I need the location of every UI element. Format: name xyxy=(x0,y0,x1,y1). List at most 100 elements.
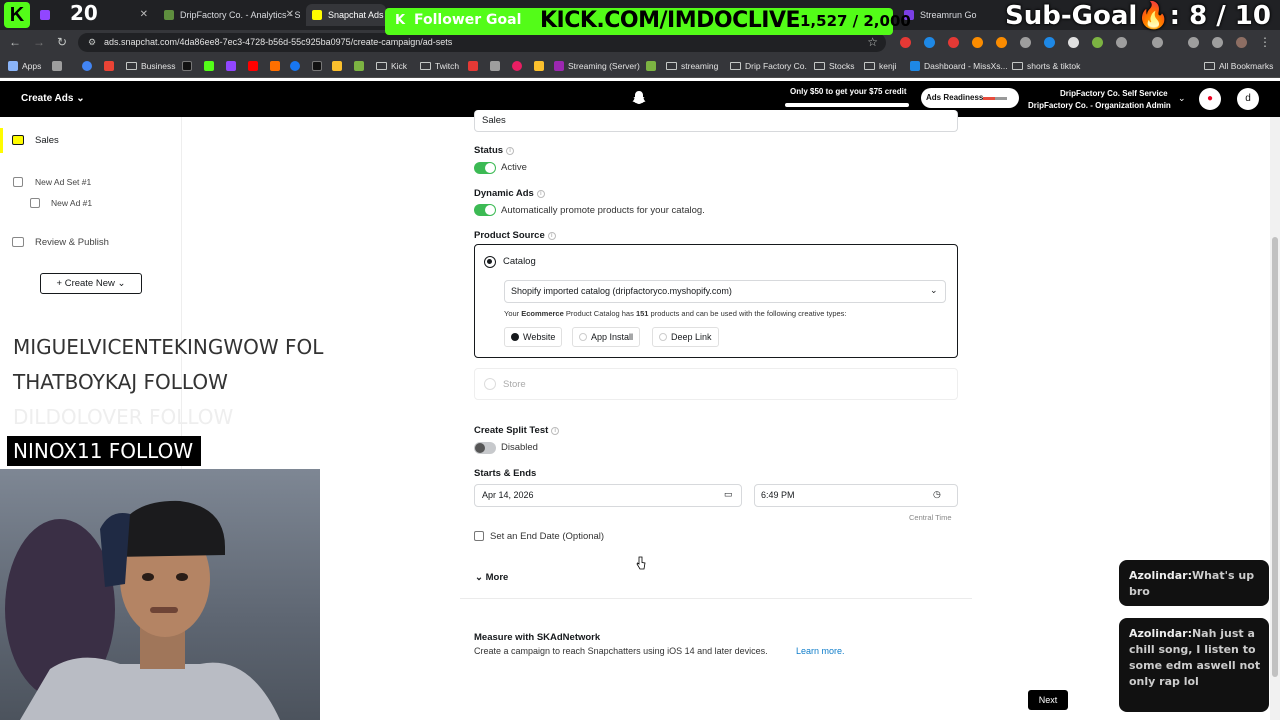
facebook-icon[interactable] xyxy=(290,61,300,71)
back-arrow-icon[interactable]: ← xyxy=(8,35,22,49)
info-icon[interactable]: i xyxy=(551,427,560,435)
bookmark-apps[interactable]: Apps xyxy=(8,60,41,72)
calendar-icon[interactable]: ▭ xyxy=(724,489,733,500)
split-test-toggle[interactable] xyxy=(474,442,496,454)
tab-snapchat-ads[interactable]: Snapchat Ads M xyxy=(306,4,386,26)
tab-search-icon[interactable] xyxy=(1212,37,1223,48)
org-name[interactable]: DripFactory Co. Self Service xyxy=(1060,89,1168,98)
tiktok-icon[interactable] xyxy=(312,61,322,71)
extension-icon[interactable] xyxy=(1068,37,1079,48)
shopify-icon xyxy=(164,10,174,20)
info-icon[interactable]: i xyxy=(506,147,515,155)
promo-text[interactable]: Only $50 to get your $75 credit xyxy=(790,87,906,96)
youtube-icon[interactable] xyxy=(248,61,258,71)
creative-type-deep-link[interactable]: Deep Link xyxy=(652,327,719,347)
ads-readiness-button[interactable]: Ads Readiness xyxy=(921,88,1019,108)
site-info-icon[interactable]: ⚙ xyxy=(88,37,96,48)
bookmark-star-icon[interactable]: ☆ xyxy=(867,35,878,49)
end-date-checkbox[interactable] xyxy=(474,531,484,541)
create-ads-menu[interactable]: Create Ads ⌄ xyxy=(21,93,85,104)
store-card[interactable] xyxy=(474,368,958,400)
bookmark-streaming-server[interactable]: Streaming (Server) xyxy=(554,60,640,72)
forward-arrow-icon[interactable]: → xyxy=(32,35,46,49)
extension-icon[interactable] xyxy=(972,37,983,48)
creative-type-app-install[interactable]: App Install xyxy=(572,327,641,347)
close-icon[interactable]: ✕ xyxy=(286,4,294,26)
objective-field[interactable] xyxy=(474,110,958,132)
note-text: products and can be used with the follow… xyxy=(650,309,847,318)
bookmark-icon[interactable] xyxy=(468,61,478,71)
org-role[interactable]: DripFactory Co. - Organization Admin xyxy=(1028,101,1171,110)
status-label: Status i xyxy=(474,145,515,156)
store-radio[interactable] xyxy=(484,378,496,390)
sidebar-item-campaign[interactable]: Sales xyxy=(35,135,59,146)
close-icon[interactable]: ✕ xyxy=(140,4,148,26)
bookmark-kick[interactable]: Kick xyxy=(376,60,407,72)
extension-icon[interactable] xyxy=(1020,37,1031,48)
bookmark-icon[interactable] xyxy=(646,61,656,71)
cast-icon[interactable] xyxy=(1152,37,1163,48)
chevron-down-icon[interactable]: ⌄ xyxy=(1178,93,1186,104)
bookmark-dashboard[interactable]: Dashboard - MissXs... xyxy=(910,60,1008,72)
extensions-puzzle-icon[interactable] xyxy=(1116,37,1127,48)
scrollbar[interactable] xyxy=(1270,117,1280,720)
download-icon[interactable] xyxy=(1188,37,1199,48)
profile-avatar-icon[interactable] xyxy=(1236,37,1247,48)
kick-icon[interactable] xyxy=(204,61,214,71)
bookmark-icon[interactable] xyxy=(270,61,280,71)
follower-count: 1,527 / 2,000 xyxy=(800,12,911,30)
catalog-radio[interactable] xyxy=(484,256,496,268)
sidebar-item-ad[interactable]: New Ad #1 xyxy=(51,198,92,208)
twitch-icon[interactable] xyxy=(226,61,236,71)
bookmark-kenji[interactable]: kenji xyxy=(864,60,896,72)
menu-dots-icon[interactable]: ⋮ xyxy=(1258,35,1272,49)
gmail-icon[interactable] xyxy=(104,61,114,71)
tab-analytics[interactable]: DripFactory Co. - Analytics - Sh ✕ xyxy=(158,4,300,26)
status-toggle[interactable] xyxy=(474,162,496,174)
tab-streamrun[interactable]: Streamrun Go xyxy=(898,4,998,26)
promo-progress-bar xyxy=(785,103,909,107)
bookmark-business[interactable]: Business xyxy=(126,60,176,72)
tab-counter: 20 xyxy=(70,4,98,25)
bookmark-stocks[interactable]: Stocks xyxy=(814,60,855,72)
reload-icon[interactable]: ↻ xyxy=(55,35,69,49)
bookmark-icon[interactable] xyxy=(354,61,364,71)
next-button[interactable]: Next xyxy=(1028,690,1068,710)
extension-icon[interactable] xyxy=(1092,37,1103,48)
create-new-button[interactable]: + Create New ⌄ xyxy=(40,273,142,294)
more-toggle[interactable]: ⌄ More xyxy=(475,572,508,583)
google-icon[interactable] xyxy=(82,61,92,71)
notification-bell-icon[interactable]: ● xyxy=(1199,88,1221,110)
grid-icon[interactable] xyxy=(52,61,62,71)
bookmark-icon[interactable] xyxy=(512,61,522,71)
clock-icon[interactable]: ◷ xyxy=(933,489,941,500)
extension-icon[interactable] xyxy=(924,37,935,48)
snapchat-ghost-icon[interactable] xyxy=(631,90,647,111)
url-bar[interactable]: ⚙ ads.snapchat.com/4da86ee8-7ec3-4728-b5… xyxy=(78,33,886,52)
status-value: Active xyxy=(501,162,527,173)
extension-icon[interactable] xyxy=(948,37,959,48)
bookmark-twitch[interactable]: Twitch xyxy=(420,60,459,72)
bookmark-icon[interactable] xyxy=(534,61,544,71)
bookmark-icon[interactable] xyxy=(332,61,342,71)
learn-more-link[interactable]: Learn more. xyxy=(796,646,845,656)
sidebar-item-ad-set[interactable]: New Ad Set #1 xyxy=(35,177,91,187)
bookmark-shorts-tiktok[interactable]: shorts & tiktok xyxy=(1012,60,1080,72)
info-icon[interactable]: i xyxy=(547,232,556,240)
extension-icon[interactable] xyxy=(900,37,911,48)
scrollbar-thumb[interactable] xyxy=(1272,237,1278,677)
extension-icon[interactable] xyxy=(1044,37,1055,48)
avatar[interactable]: d xyxy=(1237,88,1259,110)
bookmark-all[interactable]: All Bookmarks xyxy=(1204,60,1273,72)
creative-type-website[interactable]: Website xyxy=(504,327,563,347)
dynamic-ads-toggle[interactable] xyxy=(474,204,496,216)
sidebar-item-review[interactable]: Review & Publish xyxy=(35,237,109,248)
folder-icon xyxy=(814,62,825,70)
info-icon[interactable]: i xyxy=(536,190,545,198)
x-icon[interactable] xyxy=(182,61,192,71)
bookmark-drip-factory[interactable]: Drip Factory Co. xyxy=(730,60,807,72)
bookmark-streaming[interactable]: streaming xyxy=(666,60,718,72)
extension-icon[interactable] xyxy=(996,37,1007,48)
bookmark-icon[interactable] xyxy=(490,61,500,71)
tab-stream[interactable]: 20 ✕ xyxy=(34,4,154,26)
